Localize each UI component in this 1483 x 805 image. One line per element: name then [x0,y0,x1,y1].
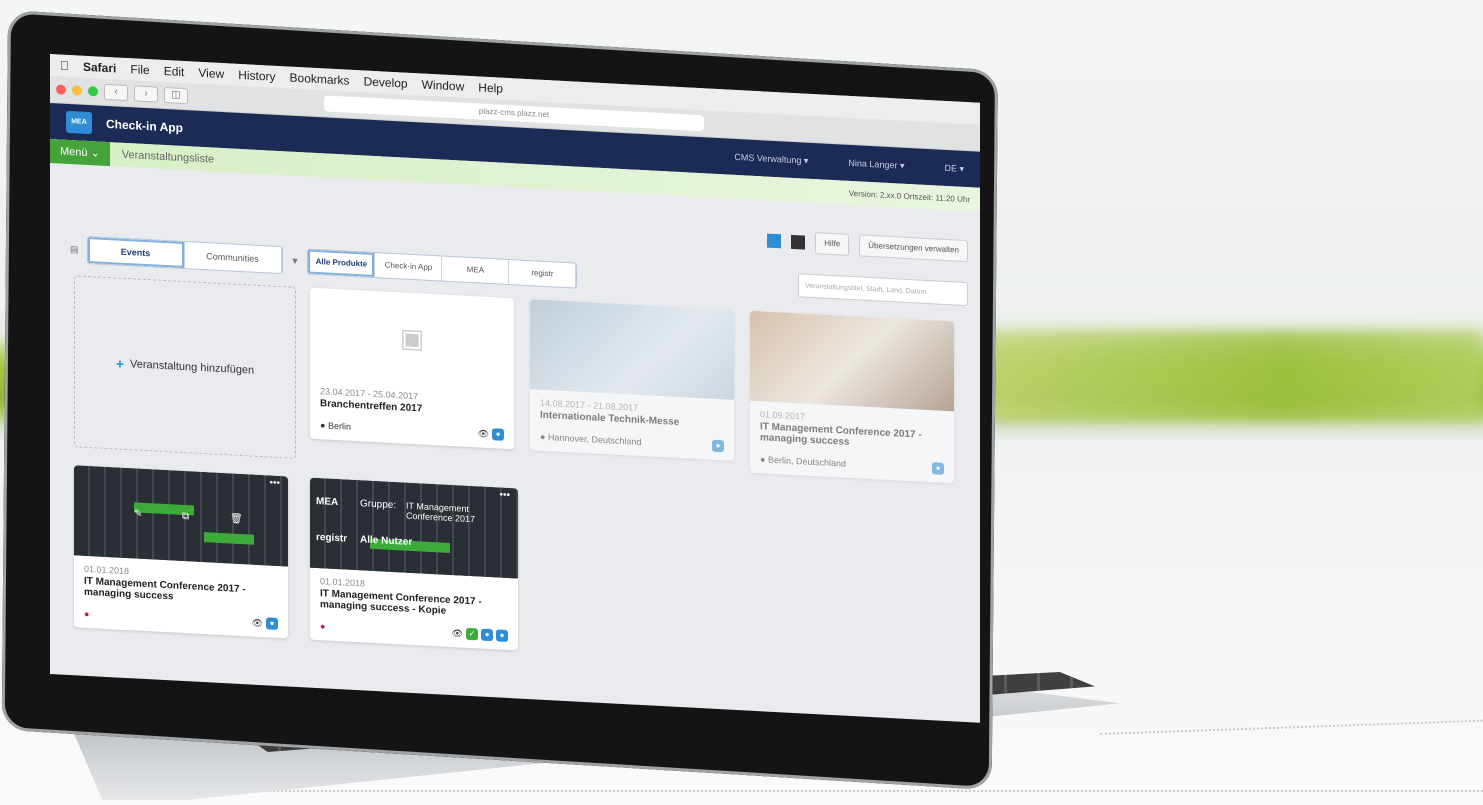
grid-view-icon[interactable] [767,233,782,249]
eye-icon[interactable]: 👁 [478,428,489,440]
edit-icon[interactable]: ✎ [134,508,142,519]
apple-icon[interactable]:  [60,59,69,73]
back-icon[interactable]: ‹ [104,83,128,102]
translations-button[interactable]: Übersetzungen verwalten [859,234,968,263]
more-icon[interactable]: ••• [269,478,280,490]
product-label: registr [316,531,348,545]
user-icon[interactable]: ● [481,628,493,642]
product-registr[interactable]: registr [509,260,577,288]
menu-develop[interactable]: Develop [364,74,408,90]
list-view-icon[interactable] [791,234,806,250]
globe-icon[interactable]: ● [496,629,508,643]
event-card[interactable]: 01.09.2017 IT Management Conference 2017… [750,310,954,484]
event-image: ••• ✎ ⧉ 🗑 [74,465,288,567]
product-filter: Alle Produkte Check-in App MEA registr [307,248,578,289]
flag-icon: ● [540,431,548,443]
product-all[interactable]: Alle Produkte [308,249,376,278]
cms-menu[interactable]: CMS Verwaltung ▾ [734,151,808,166]
user-icon[interactable]: ● [932,462,944,475]
menu-safari[interactable]: Safari [83,60,116,76]
background-plant [980,330,1483,420]
menu-file[interactable]: File [130,62,149,77]
menu-window[interactable]: Window [422,77,465,93]
forward-icon[interactable]: › [134,85,158,103]
image-placeholder-icon: ▣ [310,287,514,389]
menu-edit[interactable]: Edit [164,64,185,79]
event-card[interactable]: ••• MEA Gruppe: IT Management Conference… [310,477,518,651]
plus-icon: + [115,355,125,372]
flag-icon: ● [760,454,768,465]
globe-icon[interactable]: ● [712,439,724,453]
event-image: ••• MEA Gruppe: IT Management Conference… [310,477,518,579]
menu-help[interactable]: Help [478,80,503,95]
globe-icon[interactable]: ● [492,428,504,441]
view-toolbar: Hilfe Übersetzungen verwalten [767,230,968,263]
flag-icon: ● [84,608,90,620]
eye-icon[interactable]: 👁 [252,617,263,629]
event-location: Berlin, Deutschland [767,454,846,469]
product-label: MEA [316,495,339,509]
breadcrumb-current: Veranstaltungsliste [121,148,215,166]
language-menu[interactable]: DE ▾ [944,162,964,174]
event-card[interactable]: 14.08.2017 - 21.08.2017 Internationale T… [530,299,734,461]
zoom-window-icon[interactable] [88,85,98,97]
version-info: Version: 2.xx.0 Ortszeit: 11:20 Uhr [848,188,970,204]
check-icon[interactable]: ✓ [466,627,478,641]
filter-icon[interactable]: ▼ [291,256,300,266]
app-logo[interactable]: MEA [66,110,92,135]
event-image [750,310,954,412]
event-card[interactable]: ▣ 23.04.2017 - 25.04.2017 Branchentreffe… [310,287,514,450]
event-location: Berlin [327,420,351,432]
minimize-window-icon[interactable] [72,85,82,96]
copy-icon[interactable]: ⧉ [182,511,189,522]
close-window-icon[interactable] [56,84,66,95]
event-image [530,299,734,400]
eye-icon[interactable]: 👁 [452,628,463,640]
add-event-label: Veranstaltung hinzufügen [130,358,255,377]
search-input[interactable]: Veranstaltungstitel, Stadt, Land, Datum [798,273,968,307]
menu-history[interactable]: History [238,68,275,84]
dotted-line [200,790,1483,792]
trash-icon[interactable]: 🗑 [230,513,243,525]
app-title: Check-in App [106,116,183,135]
tab-events[interactable]: Events [87,236,185,269]
group-value: IT Management Conference 2017 [406,500,476,525]
menu-bookmarks[interactable]: Bookmarks [290,71,350,88]
flag-icon: ● [320,420,328,431]
menu-view[interactable]: View [198,66,224,81]
flag-icon: ● [320,621,326,632]
group-label: Gruppe: [360,498,397,512]
user-menu[interactable]: Nina Langer ▾ [848,157,904,171]
product-mea[interactable]: MEA [442,256,510,285]
add-event-card[interactable]: + Veranstaltung hinzufügen [74,275,296,459]
event-location: Hannover, Deutschland [547,432,642,447]
screen:  Safari File Edit View History Bookmark… [50,54,980,723]
type-toggle: Events Communities [86,235,283,275]
tab-communities[interactable]: Communities [184,242,282,274]
product-checkin[interactable]: Check-in App [375,253,443,281]
help-button[interactable]: Hilfe [815,232,850,256]
list-icon[interactable]: ▤ [70,244,79,255]
user-icon[interactable]: ● [266,617,278,630]
menu-button[interactable]: Menü ⌄ [50,139,110,167]
users-label: Alle Nutzer [360,534,413,548]
event-card[interactable]: ••• ✎ ⧉ 🗑 01.01.2018 IT Management Confe… [74,465,288,639]
sidebar-icon[interactable]: ◫ [164,86,188,105]
more-icon[interactable]: ••• [499,490,510,502]
